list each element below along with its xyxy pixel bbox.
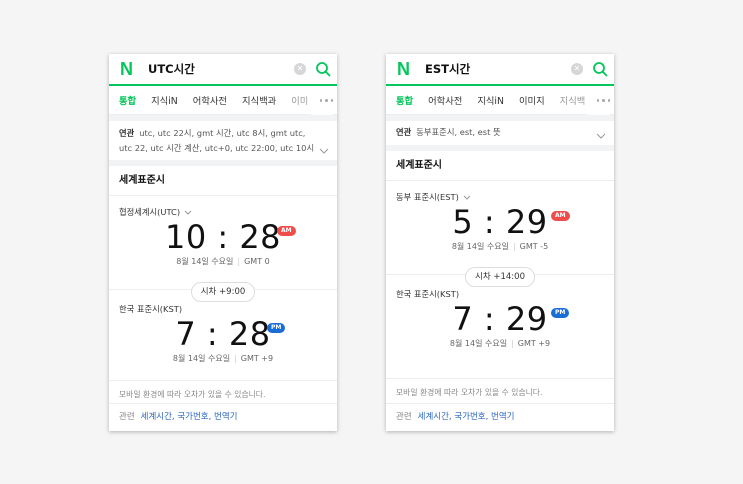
date-line: 8월 14일 수요일 | GMT +9 xyxy=(449,339,551,348)
time-display: 7 : 29 xyxy=(452,300,548,338)
zone-label-row: 한국 표준시(KST) xyxy=(386,288,614,300)
tab-encyclopedia[interactable]: 지식백과 xyxy=(242,93,276,107)
clock-primary: 10 : 28 AM xyxy=(109,220,337,254)
chevron-down-icon[interactable] xyxy=(184,210,192,215)
category-tabs: 통합 지식iN 어학사전 지식백과 이미 xyxy=(109,86,337,115)
search-query[interactable]: EST시간 xyxy=(425,61,571,77)
search-result-card-utc: N UTC시간 ✕ 통합 지식iN 어학사전 지식백과 이미 연관 utc, ut… xyxy=(109,54,337,431)
chevron-down-icon[interactable] xyxy=(596,133,606,139)
search-icon[interactable] xyxy=(592,61,608,77)
tab-knowledge-in[interactable]: 지식iN xyxy=(477,93,504,107)
time-difference: 시차 +14:00 xyxy=(386,264,614,287)
notice-text: 모바일 환경에 따라 오차가 있을 수 있습니다. xyxy=(109,380,337,400)
date-text: 8월 14일 수요일 xyxy=(176,257,234,266)
related-footer: 관련 세계시간, 국가번호, 번역기 xyxy=(386,403,614,431)
footer-links[interactable]: 세계시간, 국가번호, 번역기 xyxy=(418,412,515,422)
gmt-offset: GMT 0 xyxy=(244,257,270,266)
more-dots-icon[interactable] xyxy=(582,86,610,115)
time-difference-badge: 시차 +9:00 xyxy=(190,282,256,302)
time-difference: 시차 +9:00 xyxy=(109,279,337,302)
footer-links[interactable]: 세계시간, 국가번호, 번역기 xyxy=(141,412,238,422)
search-query[interactable]: UTC시간 xyxy=(148,61,294,77)
footer-label: 관련 xyxy=(396,412,412,422)
related-searches[interactable]: 연관 utc, utc 22시, gmt 시간, utc 8시, gmt utc,… xyxy=(109,121,337,160)
clock-secondary: 7 : 29 PM xyxy=(386,302,614,336)
related-searches[interactable]: 연관 동부표준시, est, est 뜻 xyxy=(386,121,614,145)
section-title: 세계표준시 xyxy=(109,166,337,196)
clock-secondary: 7 : 28 PM xyxy=(109,317,337,351)
related-label: 연관 xyxy=(119,128,135,138)
search-result-card-est: N EST시간 ✕ 통합 어학사전 지식iN 이미지 지식백 연관 동부표준시, … xyxy=(386,54,614,431)
footer-label: 관련 xyxy=(119,412,135,422)
clear-icon[interactable]: ✕ xyxy=(294,63,306,75)
am-badge: AM xyxy=(551,211,570,221)
date-text: 8월 14일 수요일 xyxy=(449,339,508,348)
naver-logo-icon[interactable]: N xyxy=(396,60,411,78)
tab-integrated[interactable]: 통합 xyxy=(396,93,413,107)
notice-text: 모바일 환경에 따라 오차가 있을 수 있습니다. xyxy=(386,378,614,398)
time-display: 7 : 28 xyxy=(175,315,271,353)
zone-label: 한국 표준시(KST) xyxy=(119,304,183,314)
time-difference-badge: 시차 +14:00 xyxy=(465,267,535,287)
date-line: 8월 14일 수요일 | GMT -5 xyxy=(451,242,549,251)
naver-logo-icon[interactable]: N xyxy=(119,60,134,78)
search-icon[interactable] xyxy=(315,61,331,77)
related-footer: 관련 세계시간, 국가번호, 번역기 xyxy=(109,403,337,431)
zone-label: 협정세계시(UTC) xyxy=(119,207,181,217)
clock-primary: 5 : 29 AM xyxy=(386,205,614,239)
date-line: 8월 14일 수요일 | GMT 0 xyxy=(176,257,270,266)
tab-images[interactable]: 이미지 xyxy=(519,93,545,107)
zone-selector[interactable]: 동부 표준시(EST) xyxy=(386,191,614,203)
related-keywords[interactable]: 동부표준시, est, est 뜻 xyxy=(416,127,500,137)
category-tabs: 통합 어학사전 지식iN 이미지 지식백 xyxy=(386,86,614,115)
date-text: 8월 14일 수요일 xyxy=(451,242,509,251)
tab-knowledge-in[interactable]: 지식iN xyxy=(151,93,178,107)
clear-icon[interactable]: ✕ xyxy=(571,63,583,75)
search-bar[interactable]: N UTC시간 ✕ xyxy=(109,54,337,86)
gmt-offset: GMT +9 xyxy=(517,339,551,348)
chevron-down-icon[interactable] xyxy=(319,148,329,154)
related-keywords[interactable]: utc, utc 22시, gmt 시간, utc 8시, gmt utc, u… xyxy=(119,128,314,153)
related-label: 연관 xyxy=(396,127,412,137)
time-display: 10 : 28 xyxy=(164,218,282,256)
tab-dictionary[interactable]: 어학사전 xyxy=(193,93,227,107)
pm-badge: PM xyxy=(551,308,570,318)
more-dots-icon[interactable] xyxy=(305,86,333,115)
section-title: 세계표준시 xyxy=(386,151,614,181)
zone-label: 한국 표준시(KST) xyxy=(396,289,460,299)
date-line: 8월 14일 수요일 | GMT +9 xyxy=(172,354,274,363)
date-text: 8월 14일 수요일 xyxy=(172,354,231,363)
gmt-offset: GMT -5 xyxy=(519,242,549,251)
tab-dictionary[interactable]: 어학사전 xyxy=(428,93,462,107)
search-bar[interactable]: N EST시간 ✕ xyxy=(386,54,614,86)
zone-label: 동부 표준시(EST) xyxy=(396,192,459,202)
zone-selector[interactable]: 협정세계시(UTC) xyxy=(109,206,337,218)
pm-badge: PM xyxy=(267,323,286,333)
tab-integrated[interactable]: 통합 xyxy=(119,93,136,107)
tab-encyclopedia[interactable]: 지식백 xyxy=(560,93,586,107)
zone-label-row: 한국 표준시(KST) xyxy=(109,303,337,315)
time-display: 5 : 29 xyxy=(452,203,548,241)
chevron-down-icon[interactable] xyxy=(463,195,471,200)
am-badge: AM xyxy=(277,226,296,236)
gmt-offset: GMT +9 xyxy=(240,354,274,363)
